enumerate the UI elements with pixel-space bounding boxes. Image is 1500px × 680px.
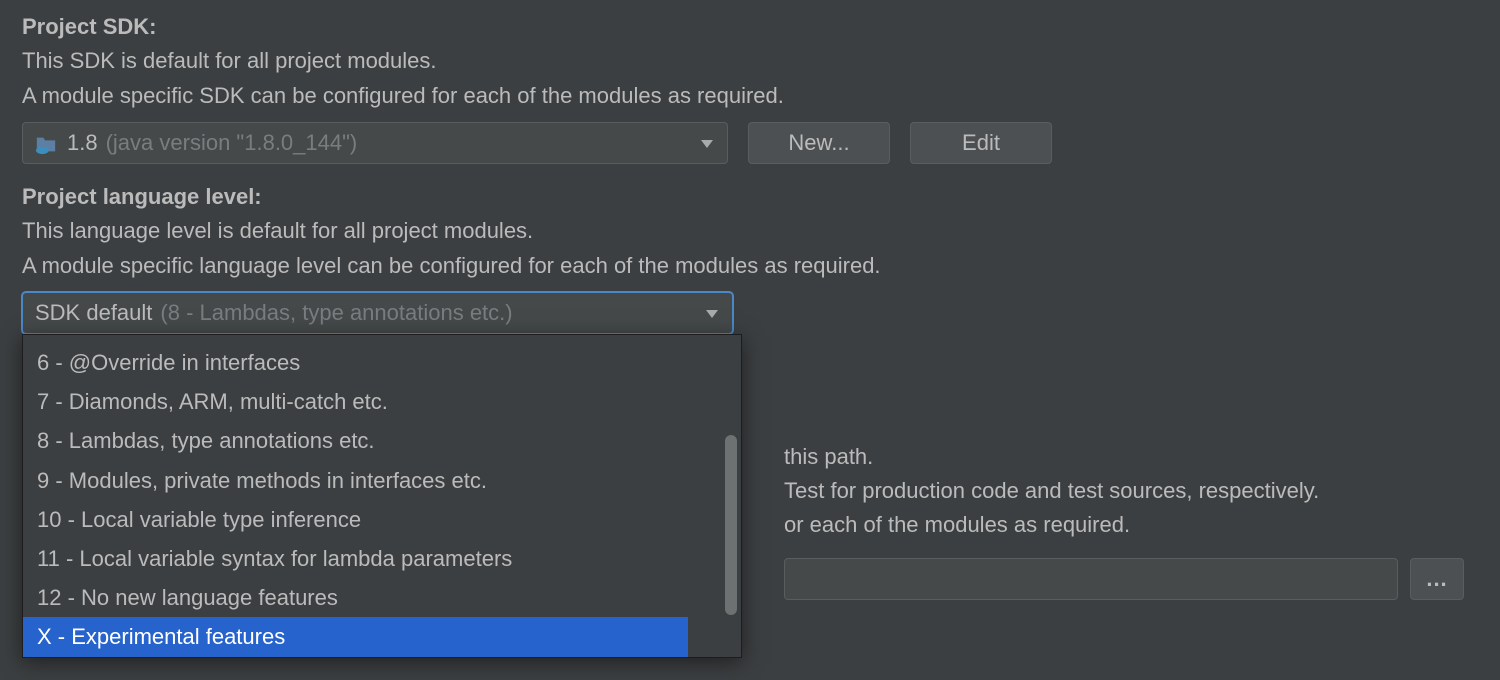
language-level-selected: SDK default xyxy=(35,300,152,326)
language-level-dropdown[interactable]: SDK default (8 - Lambdas, type annotatio… xyxy=(22,292,733,334)
project-sdk-description-2: A module specific SDK can be configured … xyxy=(22,79,1478,112)
sdk-selected-version: 1.8 xyxy=(67,130,98,156)
language-level-option[interactable]: 10 - Local variable type inference xyxy=(23,500,741,539)
compiler-output-fragment-3: or each of the modules as required. xyxy=(784,508,1319,542)
language-level-option[interactable]: 6 - @Override in interfaces xyxy=(23,343,741,382)
chevron-down-icon xyxy=(704,300,720,326)
compiler-output-fragment-2: Test for production code and test source… xyxy=(784,474,1319,508)
compiler-output-path-input[interactable] xyxy=(784,558,1398,600)
edit-sdk-button[interactable]: Edit xyxy=(910,122,1052,164)
project-language-level-label: Project language level: xyxy=(22,184,1478,210)
language-level-option[interactable]: X - Experimental features xyxy=(23,617,688,656)
language-level-option[interactable]: 9 - Modules, private methods in interfac… xyxy=(23,461,741,500)
project-sdk-label: Project SDK: xyxy=(22,14,1478,40)
project-language-level-description-1: This language level is default for all p… xyxy=(22,214,1478,247)
language-level-option[interactable]: 11 - Local variable syntax for lambda pa… xyxy=(23,539,741,578)
new-sdk-button[interactable]: New... xyxy=(748,122,890,164)
sdk-folder-icon xyxy=(35,130,57,156)
language-level-option[interactable]: 7 - Diamonds, ARM, multi-catch etc. xyxy=(23,382,741,421)
compiler-output-fragment-1: this path. xyxy=(784,440,1319,474)
language-level-option[interactable]: 12 - No new language features xyxy=(23,578,741,617)
language-level-selected-detail: (8 - Lambdas, type annotations etc.) xyxy=(160,300,512,326)
language-level-dropdown-list: 6 - @Override in interfaces7 - Diamonds,… xyxy=(22,334,742,658)
project-language-level-description-2: A module specific language level can be … xyxy=(22,249,1478,282)
dropdown-scrollbar[interactable] xyxy=(725,435,737,615)
chevron-down-icon xyxy=(699,130,715,156)
browse-path-button[interactable]: ... xyxy=(1410,558,1464,600)
project-sdk-description-1: This SDK is default for all project modu… xyxy=(22,44,1478,77)
sdk-selected-detail: (java version "1.8.0_144") xyxy=(106,130,358,156)
language-level-option[interactable]: 8 - Lambdas, type annotations etc. xyxy=(23,421,741,460)
project-sdk-dropdown[interactable]: 1.8 (java version "1.8.0_144") xyxy=(22,122,728,164)
